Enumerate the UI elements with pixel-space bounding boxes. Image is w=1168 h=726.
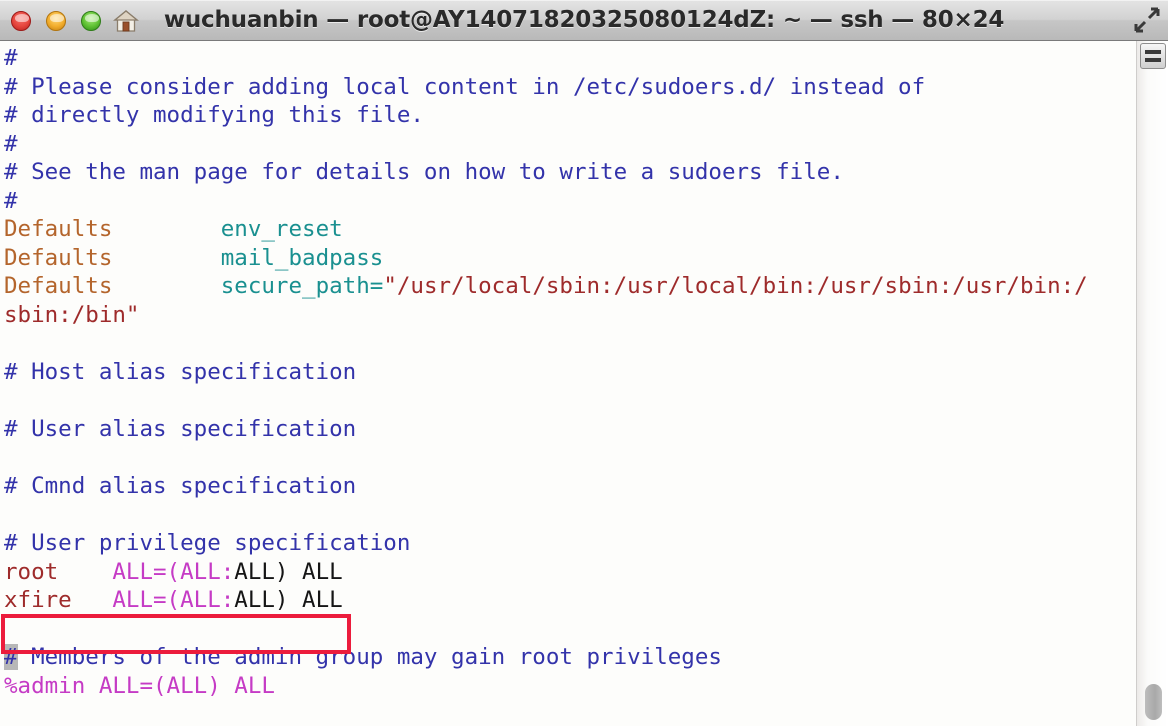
terminal-content-area[interactable]: # # Please consider adding local content … (0, 41, 1136, 726)
scrollbar-button-line-top (1145, 50, 1161, 54)
terminal-line: # User alias specification (0, 415, 1136, 444)
scrollbar-thumb[interactable] (1145, 684, 1162, 720)
scrollbar-top-button[interactable] (1140, 43, 1166, 69)
terminal-screen: # # Please consider adding local content … (0, 44, 1136, 701)
terminal-line: # Cmnd alias specification (0, 472, 1136, 501)
terminal-text-segment: mail_badpass (220, 244, 384, 271)
fullscreen-icon[interactable] (1132, 5, 1162, 35)
vertical-scrollbar[interactable] (1136, 41, 1168, 726)
window-titlebar: wuchuanbin — root@AY14071820325080124dZ:… (0, 0, 1168, 41)
terminal-text-segment: sbin:/bin" (4, 301, 140, 328)
terminal-line: # Please consider adding local content i… (0, 73, 1136, 102)
terminal-text-segment: # Please consider adding local content i… (4, 73, 926, 100)
terminal-text-segment: # (4, 45, 18, 71)
terminal-text-segment: ALL) ALL (234, 558, 343, 585)
terminal-text-segment: Defaults (4, 273, 113, 300)
terminal-line: # (0, 44, 1136, 73)
terminal-line: # Members of the admin group may gain ro… (0, 643, 1136, 672)
terminal-cursor: # (4, 644, 18, 671)
terminal-text-segment: Members of the admin group may gain root… (17, 644, 722, 671)
terminal-line: # See the man page for details on how to… (0, 158, 1136, 187)
terminal-line: # directly modifying this file. (0, 101, 1136, 130)
terminal-text-segment: ALL) ALL (234, 587, 343, 614)
terminal-text-segment: ALL=(ALL: (112, 558, 235, 585)
terminal-text-segment: env_reset (220, 216, 343, 243)
terminal-text-segment: # User privilege specification (4, 530, 411, 557)
terminal-line: xfire ALL=(ALL:ALL) ALL (0, 586, 1136, 615)
terminal-text-segment: root (4, 558, 59, 585)
terminal-line: # Host alias specification (0, 358, 1136, 387)
terminal-text-segment: # Cmnd alias specification (4, 473, 357, 500)
window-title: wuchuanbin — root@AY14071820325080124dZ:… (163, 7, 1005, 33)
terminal-text-segment: Defaults (4, 244, 113, 271)
terminal-line: Defaults env_reset (0, 215, 1136, 244)
terminal-text-segment: # directly modifying this file. (4, 102, 424, 129)
terminal-text-segment: Defaults (4, 216, 113, 243)
terminal-line: sbin:/bin" (0, 301, 1136, 330)
terminal-line: # (0, 130, 1136, 159)
scrollbar-button-line-bottom (1145, 58, 1161, 62)
terminal-text-segment: secure_path= (220, 273, 384, 300)
terminal-text-segment: ALL=(ALL: (112, 587, 235, 614)
terminal-text-segment: %admin ALL=(ALL) ALL (4, 673, 275, 700)
terminal-text-segment: xfire (4, 587, 72, 614)
terminal-line: # User privilege specification (0, 529, 1136, 558)
terminal-line: # (0, 187, 1136, 216)
terminal-text-segment: # See the man page for details on how to… (4, 159, 844, 186)
terminal-line: Defaults secure_path="/usr/local/sbin:/u… (0, 272, 1136, 301)
terminal-text-segment: # (4, 130, 18, 157)
terminal-text-segment: # (4, 187, 18, 214)
terminal-window: wuchuanbin — root@AY14071820325080124dZ:… (0, 0, 1168, 726)
terminal-text-segment: # User alias specification (4, 416, 357, 443)
terminal-line: root ALL=(ALL:ALL) ALL (0, 558, 1136, 587)
terminal-line: %admin ALL=(ALL) ALL (0, 672, 1136, 701)
terminal-text-segment: # Host alias specification (4, 359, 357, 386)
terminal-line: Defaults mail_badpass (0, 244, 1136, 273)
terminal-text-segment: "/usr/local/sbin:/usr/local/bin:/usr/sbi… (383, 273, 1088, 300)
